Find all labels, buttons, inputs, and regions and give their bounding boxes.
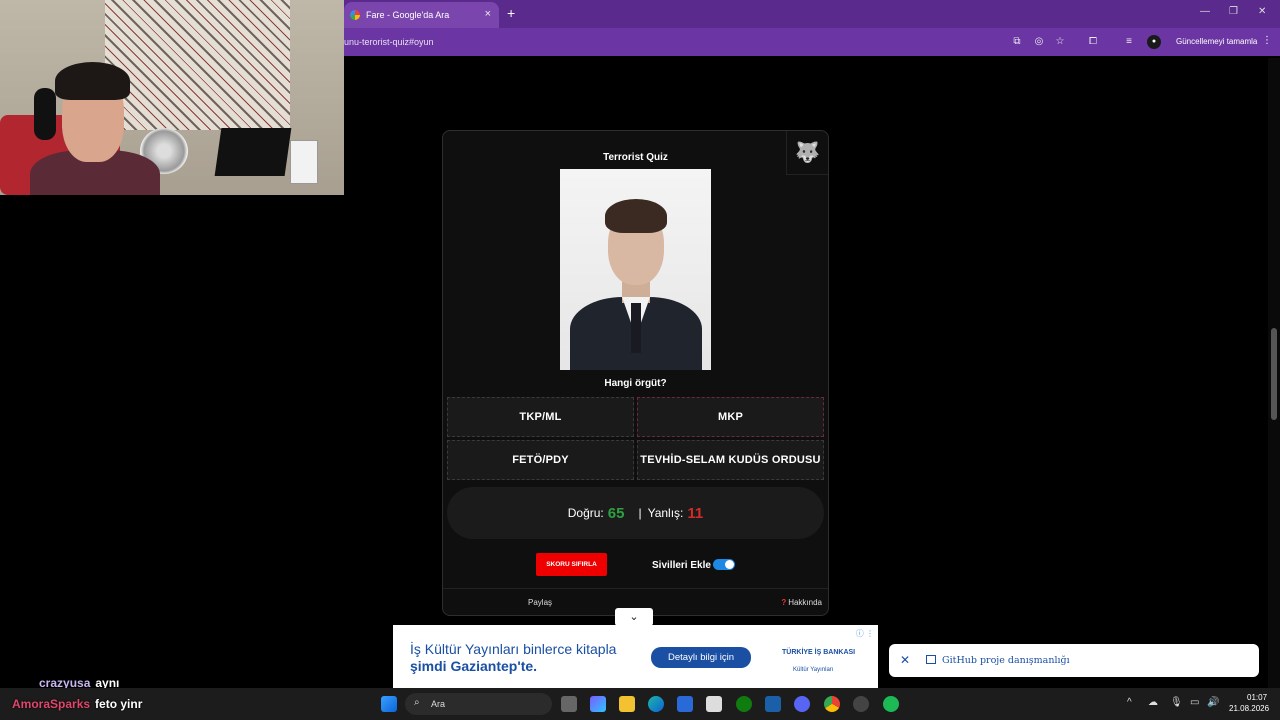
copilot-icon[interactable] <box>590 696 606 712</box>
chat-username: AmoraSparks <box>12 697 91 711</box>
scrollbar-thumb[interactable] <box>1271 328 1277 420</box>
question-text: Hangi örgüt? <box>604 378 667 389</box>
new-tab-button[interactable]: + <box>507 6 515 20</box>
answer-button-1[interactable]: TKP/ML <box>447 397 634 437</box>
window-icon <box>926 655 936 664</box>
answer-button-3[interactable]: FETÖ/PDY <box>447 440 634 480</box>
laptop <box>214 128 292 176</box>
clock-date[interactable]: 21.08.2026 <box>1229 704 1269 713</box>
chrome-icon[interactable] <box>824 696 840 712</box>
photo-tie <box>631 303 641 353</box>
answer-button-4[interactable]: TEVHİD-SELAM KUDÜS ORDUSU <box>637 440 824 480</box>
screen: Fare - Google'da Ara × + — ❐ ✕ unu-teror… <box>0 0 1280 720</box>
curtain <box>105 0 290 130</box>
edge-icon[interactable] <box>648 696 664 712</box>
wrong-label: Yanlış: <box>647 506 684 520</box>
ad-cta-button[interactable]: Detaylı bilgi için <box>651 647 751 668</box>
install-app-icon[interactable]: ⧉ <box>1011 36 1023 48</box>
google-icon <box>350 10 360 20</box>
browser-menu-icon[interactable]: ⋮ <box>1262 35 1272 46</box>
collapse-ad-chevron-icon[interactable]: ⌄ <box>615 608 653 626</box>
score-panel: Doğru: 65 | Yanlış: 11 <box>447 487 824 539</box>
correct-count: 65 <box>607 504 625 522</box>
correct-label: Doğru: <box>567 506 604 520</box>
store-icon[interactable] <box>706 696 722 712</box>
headset <box>34 88 56 140</box>
answer-button-2[interactable]: MKP <box>637 397 824 437</box>
bookmark-star-icon[interactable]: ☆ <box>1054 36 1066 48</box>
mail-icon[interactable] <box>677 696 693 712</box>
wrong-count: 11 <box>687 504 704 522</box>
notification-text: GitHub proje danışmanlığı <box>942 655 1070 666</box>
ad-info-icon[interactable]: ⓘ ⋮ <box>856 628 874 639</box>
search-icon: ⌕ <box>414 697 420 708</box>
civilians-toggle[interactable] <box>713 559 735 570</box>
clock-time[interactable]: 01:07 <box>1247 693 1267 702</box>
toggle-knob <box>725 560 734 569</box>
ad-subheadline: şimdi Gaziantep'te. <box>410 658 538 674</box>
share-link[interactable]: Paylaş <box>528 598 552 607</box>
search-placeholder: Ara <box>431 699 446 709</box>
network-icon[interactable]: ▭ <box>1190 697 1199 708</box>
close-window-button[interactable]: ✕ <box>1258 6 1266 17</box>
about-link[interactable]: ? Hakkında <box>781 598 822 607</box>
notification-toast[interactable]: ✕ GitHub proje danışmanlığı <box>889 644 1259 677</box>
discord-icon[interactable] <box>794 696 810 712</box>
quiz-card: 🐺 Terrorist Quiz Hangi örgüt? TKP/ML MKP… <box>442 130 829 616</box>
ad-headline: İş Kültür Yayınları binlerce kitapla <box>410 641 617 657</box>
browser-tab-bar: Fare - Google'da Ara × + — ❐ ✕ <box>344 0 1280 28</box>
streamer-hair <box>55 62 130 100</box>
score-separator: | <box>638 506 642 520</box>
tab-close-icon[interactable]: × <box>485 8 491 20</box>
minimize-button[interactable]: — <box>1200 6 1210 17</box>
eye-off-icon[interactable]: ◎ <box>1033 36 1045 48</box>
xbox-icon[interactable] <box>736 696 752 712</box>
about-label: Hakkında <box>788 598 822 607</box>
clock-app-icon[interactable] <box>853 696 869 712</box>
browser-tab[interactable]: Fare - Google'da Ara × <box>344 2 499 28</box>
page-scrollbar[interactable] <box>1268 58 1280 688</box>
spotify-icon[interactable] <box>883 696 899 712</box>
start-icon[interactable] <box>381 696 397 712</box>
photo-hair <box>605 199 667 233</box>
civilians-label: Sivilleri Ekle <box>652 560 711 571</box>
address-bar: unu-terorist-quiz#oyun ⧉ ◎ ☆ ⧠ ≡ ● Günce… <box>344 28 1280 56</box>
chat-message: AmoraSparks feto yinr <box>12 697 142 711</box>
taskbar: ⌕ Ara ^ ☁ 🎙 ▭ 🔊 01:07 21.08.2026 <box>0 688 1280 720</box>
ad-banner[interactable]: İş Kültür Yayınları binlerce kitapla şim… <box>393 625 878 688</box>
tray-chevron-icon[interactable]: ^ <box>1127 697 1132 708</box>
notification-close-icon[interactable]: ✕ <box>900 653 910 667</box>
profile-avatar[interactable]: ● <box>1147 35 1161 49</box>
question-mark-icon: ? <box>781 598 787 607</box>
quiz-title: Terrorist Quiz <box>603 152 668 163</box>
taskbar-search[interactable]: ⌕ Ara <box>405 693 552 715</box>
microphone-icon[interactable]: 🎙 <box>1170 697 1183 708</box>
suspect-photo <box>560 169 711 370</box>
reset-score-button[interactable]: SKORU SIFIRLA <box>536 553 607 576</box>
file-explorer-icon[interactable] <box>619 696 635 712</box>
url-field[interactable]: unu-terorist-quiz#oyun <box>344 37 434 47</box>
update-button[interactable]: Güncellemeyi tamamla <box>1176 37 1257 46</box>
ad-logo-bank: TÜRKİYE İŞ BANKASI <box>782 649 856 656</box>
extensions-icon[interactable]: ⧠ <box>1087 36 1099 48</box>
chat-text: feto yinr <box>95 697 143 711</box>
task-view-icon[interactable] <box>561 696 577 712</box>
volume-icon[interactable]: 🔊 <box>1207 697 1219 708</box>
tab-title: Fare - Google'da Ara <box>366 10 450 20</box>
maximize-button[interactable]: ❐ <box>1229 6 1238 17</box>
webcam-overlay <box>0 0 344 195</box>
app-icon[interactable] <box>765 696 781 712</box>
onedrive-icon[interactable]: ☁ <box>1148 697 1158 708</box>
reading-list-icon[interactable]: ≡ <box>1123 36 1135 48</box>
poster <box>290 140 318 184</box>
ad-logo-publisher: Kültür Yayınları <box>793 667 834 673</box>
